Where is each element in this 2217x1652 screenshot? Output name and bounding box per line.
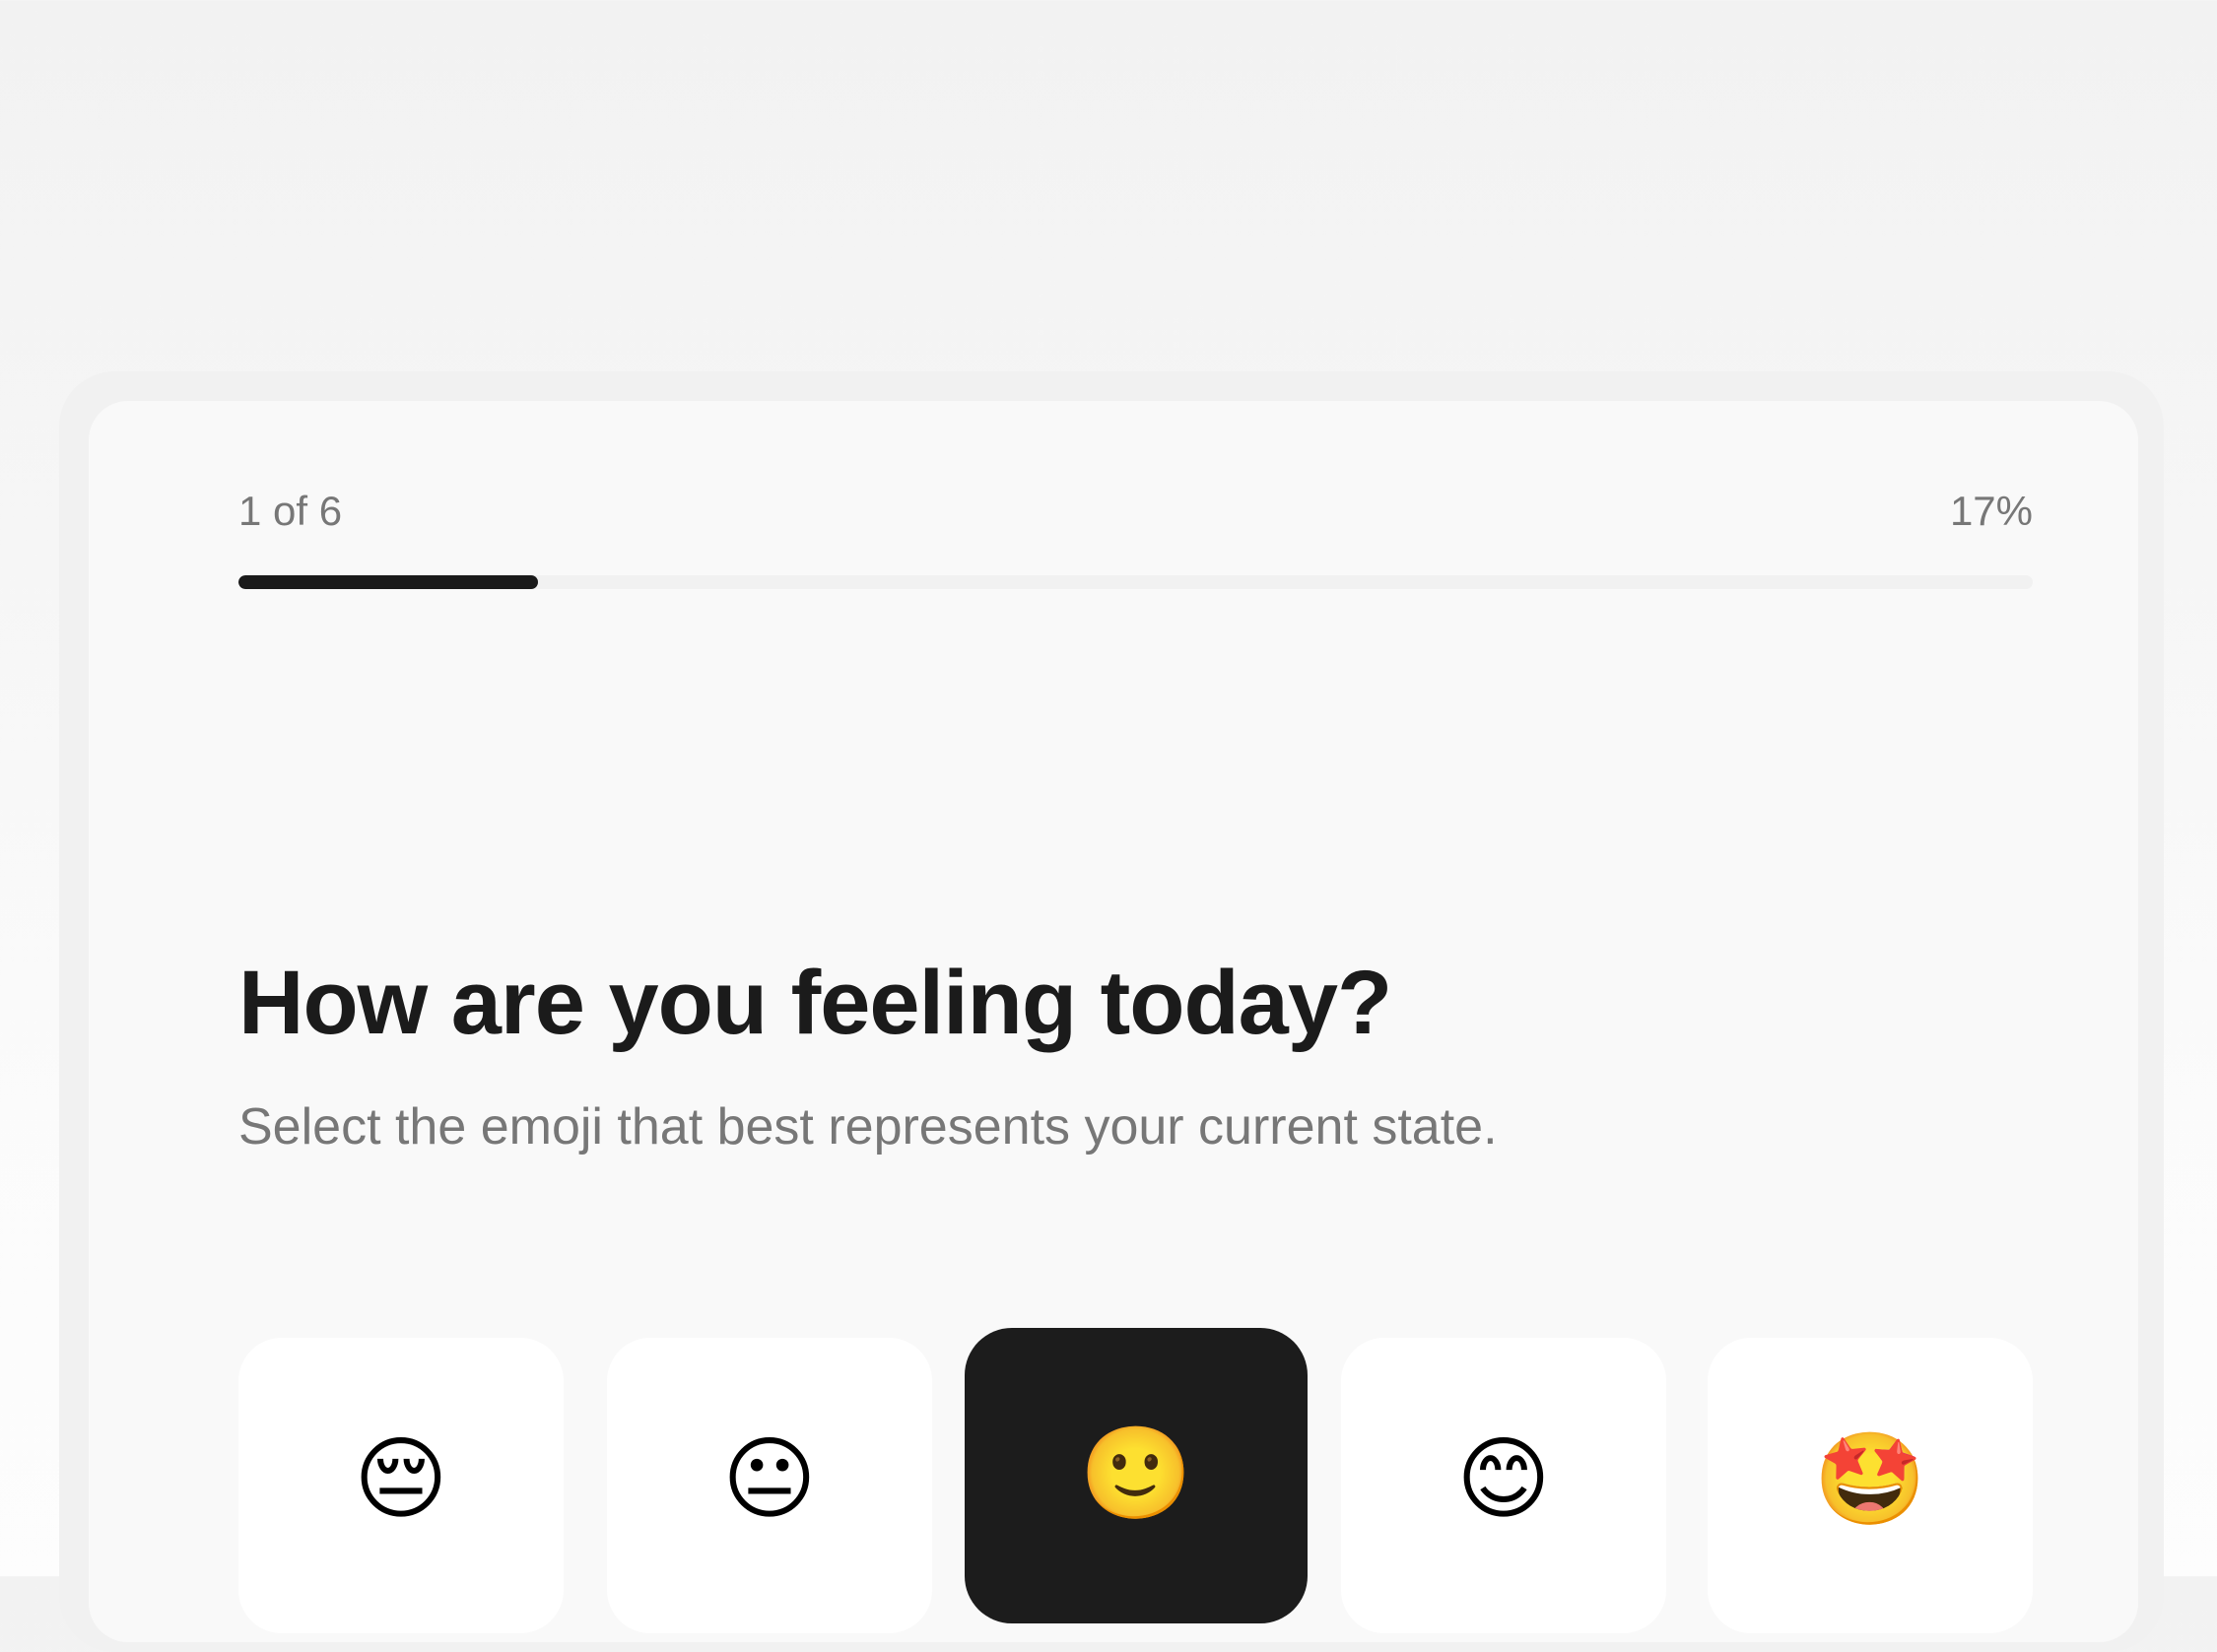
- progress-bar: [238, 575, 2033, 589]
- question-subtitle: Select the emoji that best represents yo…: [238, 1098, 1498, 1156]
- neutral-face-icon: 😐: [722, 1429, 817, 1530]
- star-struck-face-icon: 🤩: [1813, 1429, 1927, 1530]
- emoji-option-pensive[interactable]: 😔: [238, 1338, 564, 1633]
- progress-percent: 17%: [1949, 488, 2033, 534]
- slightly-smiling-face-icon: 🙂: [1079, 1423, 1193, 1524]
- progress-bar-fill: [238, 575, 539, 589]
- emoji-option-star-struck[interactable]: 🤩: [1708, 1338, 2033, 1633]
- smiling-face-icon: 😊: [1456, 1429, 1551, 1530]
- emoji-option-neutral[interactable]: 😐: [607, 1338, 932, 1633]
- emoji-option-smiling[interactable]: 😊: [1341, 1338, 1666, 1633]
- step-counter: 1 of 6: [238, 488, 343, 534]
- pensive-face-icon: 😔: [354, 1429, 448, 1530]
- question-title: How are you feeling today?: [238, 953, 1392, 1053]
- emoji-option-slightly-smiling[interactable]: 🙂: [965, 1328, 1308, 1623]
